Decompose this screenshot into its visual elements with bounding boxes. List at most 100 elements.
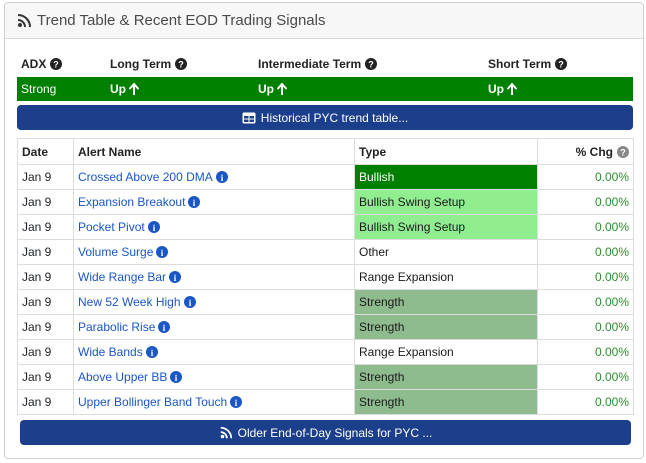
row-type: Bullish	[354, 164, 538, 190]
trend-col-label: ADX	[21, 57, 47, 71]
alert-link[interactable]: Upper Bollinger Band Touch	[78, 395, 227, 409]
alert-link[interactable]: Above Upper BB	[78, 370, 167, 384]
row-type: Bullish Swing Setup	[354, 214, 538, 240]
alert-link[interactable]: Parabolic Rise	[78, 320, 155, 334]
info-circle-icon[interactable]: i	[188, 196, 201, 208]
table-header-row: Date Alert Name Type % Chg?	[17, 138, 634, 165]
trend-col-label: Long Term	[110, 57, 172, 71]
info-circle-icon[interactable]: i	[158, 321, 171, 333]
table-row: Jan 9 Wide Bands i Range Expansion 0.00%	[17, 339, 634, 365]
row-alert-cell: Wide Range Bar i	[73, 264, 355, 290]
row-pct-chg: 0.00%	[537, 264, 634, 290]
info-circle-icon[interactable]: i	[156, 246, 169, 258]
table-row: Jan 9 Wide Range Bar i Range Expansion 0.…	[17, 264, 634, 290]
row-type: Strength	[354, 389, 538, 415]
row-date: Jan 9	[17, 264, 74, 290]
header-pct-chg-label: % Chg	[575, 144, 613, 159]
trend-col-short: Short Term ?	[488, 53, 568, 75]
row-type: Range Expansion	[354, 264, 538, 290]
row-type: Bullish Swing Setup	[354, 189, 538, 215]
row-pct-chg: 0.00%	[537, 189, 634, 215]
alert-link[interactable]: Crossed Above 200 DMA	[78, 170, 213, 184]
header-alert-name: Alert Name	[73, 138, 355, 165]
row-pct-chg: 0.00%	[537, 289, 634, 315]
alert-link[interactable]: Wide Range Bar	[78, 270, 166, 284]
row-date: Jan 9	[17, 214, 74, 240]
header-date: Date	[17, 138, 74, 165]
table-row: Jan 9 Upper Bollinger Band Touch i Streng…	[17, 389, 634, 415]
historical-button-label: Historical PYC trend table...	[260, 110, 409, 125]
trend-values-row: Strong Up Up Up	[17, 77, 633, 101]
trend-long-value: Up	[110, 77, 139, 101]
row-alert-cell: Crossed Above 200 DMA i	[73, 164, 355, 190]
row-alert-cell: Pocket Pivot i	[73, 214, 355, 240]
row-date: Jan 9	[17, 314, 74, 340]
header-pct-chg: % Chg?	[537, 138, 634, 165]
row-date: Jan 9	[17, 164, 74, 190]
alert-link[interactable]: Expansion Breakout	[78, 195, 185, 209]
question-circle-icon[interactable]: ?	[175, 58, 188, 70]
row-pct-chg: 0.00%	[537, 339, 634, 365]
row-date: Jan 9	[17, 189, 74, 215]
trend-table-header: ADX ? Long Term ? Intermediate Term ? Sh…	[17, 53, 633, 75]
trend-signals-card: Trend Table & Recent EOD Trading Signals…	[4, 2, 644, 459]
trend-col-intermediate: Intermediate Term ?	[258, 53, 378, 75]
row-pct-chg: 0.00%	[537, 389, 634, 415]
table-row: Jan 9 Expansion Breakout i Bullish Swing …	[17, 189, 634, 215]
table-row: Jan 9 Parabolic Rise i Strength 0.00%	[17, 314, 634, 340]
trend-col-label: Intermediate Term	[258, 57, 362, 71]
table-row: Jan 9 Pocket Pivot i Bullish Swing Setup …	[17, 214, 634, 240]
historical-trend-table-button[interactable]: Historical PYC trend table...	[17, 105, 633, 130]
signal-icon	[16, 13, 32, 29]
trend-intermediate-value: Up	[258, 77, 287, 101]
table-row: Jan 9 Above Upper BB i Strength 0.00%	[17, 364, 634, 390]
arrow-up-icon	[507, 83, 517, 95]
card-header: Trend Table & Recent EOD Trading Signals	[5, 3, 643, 39]
card-title: Trend Table & Recent EOD Trading Signals	[37, 12, 326, 29]
older-eod-signals-button[interactable]: Older End-of-Day Signals for PYC ...	[20, 420, 631, 445]
row-type: Range Expansion	[354, 339, 538, 365]
svg-text:?: ?	[558, 60, 564, 70]
row-pct-chg: 0.00%	[537, 314, 634, 340]
row-pct-chg: 0.00%	[537, 364, 634, 390]
row-type: Strength	[354, 289, 538, 315]
row-alert-cell: Wide Bands i	[73, 339, 355, 365]
arrow-up-icon	[129, 83, 139, 95]
info-circle-icon[interactable]: i	[147, 221, 160, 233]
row-pct-chg: 0.00%	[537, 214, 634, 240]
row-alert-cell: Expansion Breakout i	[73, 189, 355, 215]
info-circle-icon[interactable]: i	[230, 396, 243, 408]
row-date: Jan 9	[17, 239, 74, 265]
row-alert-cell: Above Upper BB i	[73, 364, 355, 390]
question-circle-icon[interactable]: ?	[555, 58, 568, 70]
header-type: Type	[354, 138, 538, 165]
question-circle-icon[interactable]: ?	[617, 145, 629, 158]
row-date: Jan 9	[17, 339, 74, 365]
table-row: Jan 9 Volume Surge i Other 0.00%	[17, 239, 634, 265]
trend-col-label: Short Term	[488, 57, 552, 71]
trend-short-value: Up	[488, 77, 517, 101]
question-circle-icon[interactable]: ?	[50, 58, 63, 70]
info-circle-icon[interactable]: i	[170, 371, 183, 383]
info-circle-icon[interactable]: i	[145, 346, 158, 358]
row-alert-cell: Parabolic Rise i	[73, 314, 355, 340]
alert-link[interactable]: New 52 Week High	[78, 295, 181, 309]
alert-link[interactable]: Volume Surge	[78, 245, 153, 259]
question-circle-icon[interactable]: ?	[365, 58, 378, 70]
info-circle-icon[interactable]: i	[183, 296, 196, 308]
signals-table: Date Alert Name Type % Chg? Jan 9 Crosse…	[17, 138, 634, 415]
trend-col-long: Long Term ?	[110, 53, 188, 75]
alert-link[interactable]: Wide Bands	[78, 345, 143, 359]
info-circle-icon[interactable]: i	[169, 271, 182, 283]
trend-value: Up	[110, 82, 126, 96]
signal-icon	[219, 426, 233, 440]
info-circle-icon[interactable]: i	[215, 171, 228, 183]
row-pct-chg: 0.00%	[537, 239, 634, 265]
trend-adx-value: Strong	[21, 77, 56, 101]
arrow-up-icon	[277, 83, 287, 95]
alert-link[interactable]: Pocket Pivot	[78, 220, 145, 234]
row-alert-cell: Volume Surge i	[73, 239, 355, 265]
row-type: Other	[354, 239, 538, 265]
table-icon	[242, 111, 256, 125]
svg-text:?: ?	[368, 60, 374, 70]
